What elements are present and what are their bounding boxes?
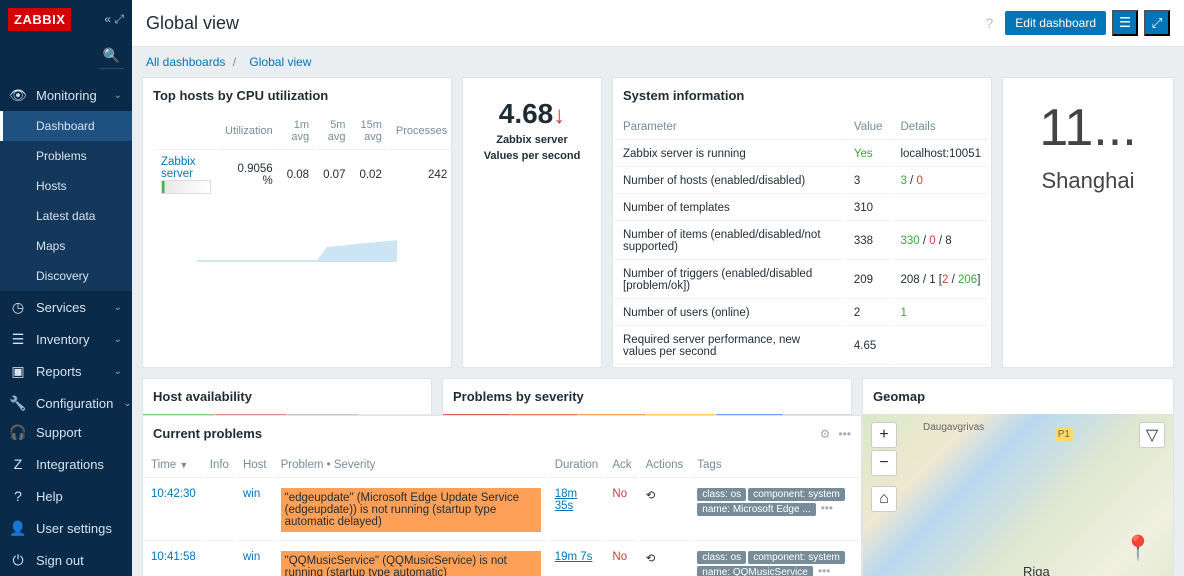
support-icon: 🎧 — [10, 424, 26, 440]
ack-link[interactable]: No — [612, 551, 627, 563]
nav-sub-discovery[interactable]: Discovery — [0, 261, 132, 291]
map[interactable]: Daugavgrivas Riga 📍 A8 A6 A10 P1 — [863, 414, 1173, 576]
fullscreen-icon[interactable]: ⤢ — [1144, 10, 1170, 36]
nav-inventory[interactable]: ☰Inventory⌄ — [0, 323, 132, 355]
nav-configuration[interactable]: 🔧Configuration⌄ — [0, 387, 132, 416]
more-icon[interactable]: ••• — [838, 427, 851, 441]
chevron-icon: ⌄ — [114, 334, 122, 345]
sysinfo-row: Number of hosts (enabled/disabled)33 / 0 — [615, 169, 989, 194]
col-header[interactable]: Duration — [549, 453, 605, 478]
nav-sub-problems[interactable]: Problems — [0, 141, 132, 171]
tag[interactable]: component: system — [748, 551, 845, 564]
chevron-icon: ⌄ — [114, 90, 122, 101]
tag[interactable]: class: os — [697, 551, 746, 564]
col-header[interactable]: Tags — [691, 453, 859, 478]
widget-geomap: Geomap Daugavgrivas Riga 📍 A8 A6 A10 P1 … — [862, 378, 1174, 576]
page-title: Global view — [146, 13, 239, 34]
list-icon: ☰ — [10, 331, 26, 347]
nav-sign-out[interactable]: ⏻Sign out — [0, 544, 132, 576]
breadcrumb-current[interactable]: Global view — [243, 53, 317, 71]
sysinfo-row: Number of templates310 — [615, 196, 989, 221]
problem-row: 10:42:30win"edgeupdate" (Microsoft Edge … — [145, 480, 859, 541]
tag[interactable]: name: Microsoft Edge ... — [697, 503, 815, 516]
ack-link[interactable]: No — [612, 488, 627, 500]
arrow-down-icon: ↓ — [553, 102, 565, 129]
zoom-in-button[interactable]: + — [871, 422, 897, 448]
nav-integrations[interactable]: ZIntegrations — [0, 448, 132, 480]
chevron-icon: ⌄ — [123, 398, 131, 409]
chart-icon: ▣ — [10, 363, 26, 379]
problem-row: 10:41:58win"QQMusicService" (QQMusicServ… — [145, 543, 859, 576]
chevron-icon: ⌄ — [114, 302, 122, 313]
nav-support[interactable]: 🎧Support — [0, 416, 132, 448]
col-header[interactable]: Info — [204, 453, 235, 478]
menu-icon[interactable]: ☰ — [1112, 10, 1138, 36]
util-bar — [161, 180, 211, 194]
col-header[interactable]: Ack — [606, 453, 637, 478]
sysinfo-row: Number of users (online)21 — [615, 301, 989, 326]
search-icon[interactable]: 🔍 — [99, 43, 124, 69]
more-tags[interactable]: ••• — [818, 566, 830, 576]
col-header[interactable]: Problem • Severity — [275, 453, 547, 478]
col-header[interactable]: Time ▼ — [145, 453, 202, 478]
sysinfo-row: Zabbix server is runningYeslocalhost:100… — [615, 142, 989, 167]
z-icon: Z — [10, 456, 26, 472]
nav-help[interactable]: ?Help — [0, 480, 132, 512]
widget-current-problems: Current problems ⚙ ••• Time ▼InfoHostPro… — [142, 415, 862, 576]
user-icon: 👤 — [10, 520, 26, 536]
widget-metric: 4.68↓ Zabbix server Values per second — [462, 77, 602, 368]
help-icon[interactable]: ? — [985, 15, 993, 31]
help-icon: ? — [10, 488, 26, 504]
sidebar: ZABBIX « ⤢ 🔍 👁Monitoring⌄DashboardProble… — [0, 0, 132, 576]
nav-sub-hosts[interactable]: Hosts — [0, 171, 132, 201]
col-header[interactable]: Actions — [640, 453, 690, 478]
nav-monitoring[interactable]: 👁Monitoring⌄ — [0, 79, 132, 111]
home-button[interactable]: ⌂ — [871, 486, 897, 512]
tag[interactable]: component: system — [748, 488, 845, 501]
power-icon: ⏻ — [10, 552, 26, 568]
nav-sub-maps[interactable]: Maps — [0, 231, 132, 261]
wrench-icon: 🔧 — [10, 395, 26, 411]
col-header[interactable]: Host — [237, 453, 273, 478]
nav-user-settings[interactable]: 👤User settings — [0, 512, 132, 544]
eye-icon: 👁 — [10, 87, 26, 103]
widget-system-info: System information ParameterValueDetails… — [612, 77, 992, 368]
widget-clock: 11... Shanghai — [1002, 77, 1174, 368]
map-pin-icon[interactable]: 📍 — [1123, 534, 1153, 563]
header: Global view ? Edit dashboard ☰ ⤢ — [132, 0, 1184, 47]
nav-sub-latest-data[interactable]: Latest data — [0, 201, 132, 231]
sysinfo-row: Number of items (enabled/disabled/not su… — [615, 223, 989, 260]
edit-dashboard-button[interactable]: Edit dashboard — [1005, 11, 1106, 35]
nav-sub-dashboard[interactable]: Dashboard — [0, 111, 132, 141]
host-link[interactable]: Zabbix server — [161, 156, 196, 180]
filter-icon[interactable]: ▽ — [1139, 422, 1165, 448]
breadcrumb: All dashboards / Global view — [132, 47, 1184, 77]
tag[interactable]: name: QQMusicService — [697, 566, 813, 576]
more-tags[interactable]: ••• — [821, 503, 833, 515]
sysinfo-row: Required server performance, new values … — [615, 328, 989, 365]
nav-reports[interactable]: ▣Reports⌄ — [0, 355, 132, 387]
nav-services[interactable]: ◷Services⌄ — [0, 291, 132, 323]
chevron-icon: ⌄ — [114, 366, 122, 377]
tag[interactable]: class: os — [697, 488, 746, 501]
sparkline — [153, 232, 441, 262]
zoom-out-button[interactable]: − — [871, 450, 897, 476]
logo[interactable]: ZABBIX — [8, 8, 71, 31]
breadcrumb-root[interactable]: All dashboards — [146, 55, 225, 69]
action-icon[interactable]: ⟲ — [646, 553, 656, 565]
action-icon[interactable]: ⟲ — [646, 490, 656, 502]
collapse-icon[interactable]: « ⤢ — [104, 12, 124, 27]
clock-icon: ◷ — [10, 299, 26, 315]
sysinfo-row: Number of triggers (enabled/disabled [pr… — [615, 262, 989, 299]
widget-top-hosts: Top hosts by CPU utilization Utilization… — [142, 77, 452, 368]
gear-icon[interactable]: ⚙ — [820, 427, 831, 441]
